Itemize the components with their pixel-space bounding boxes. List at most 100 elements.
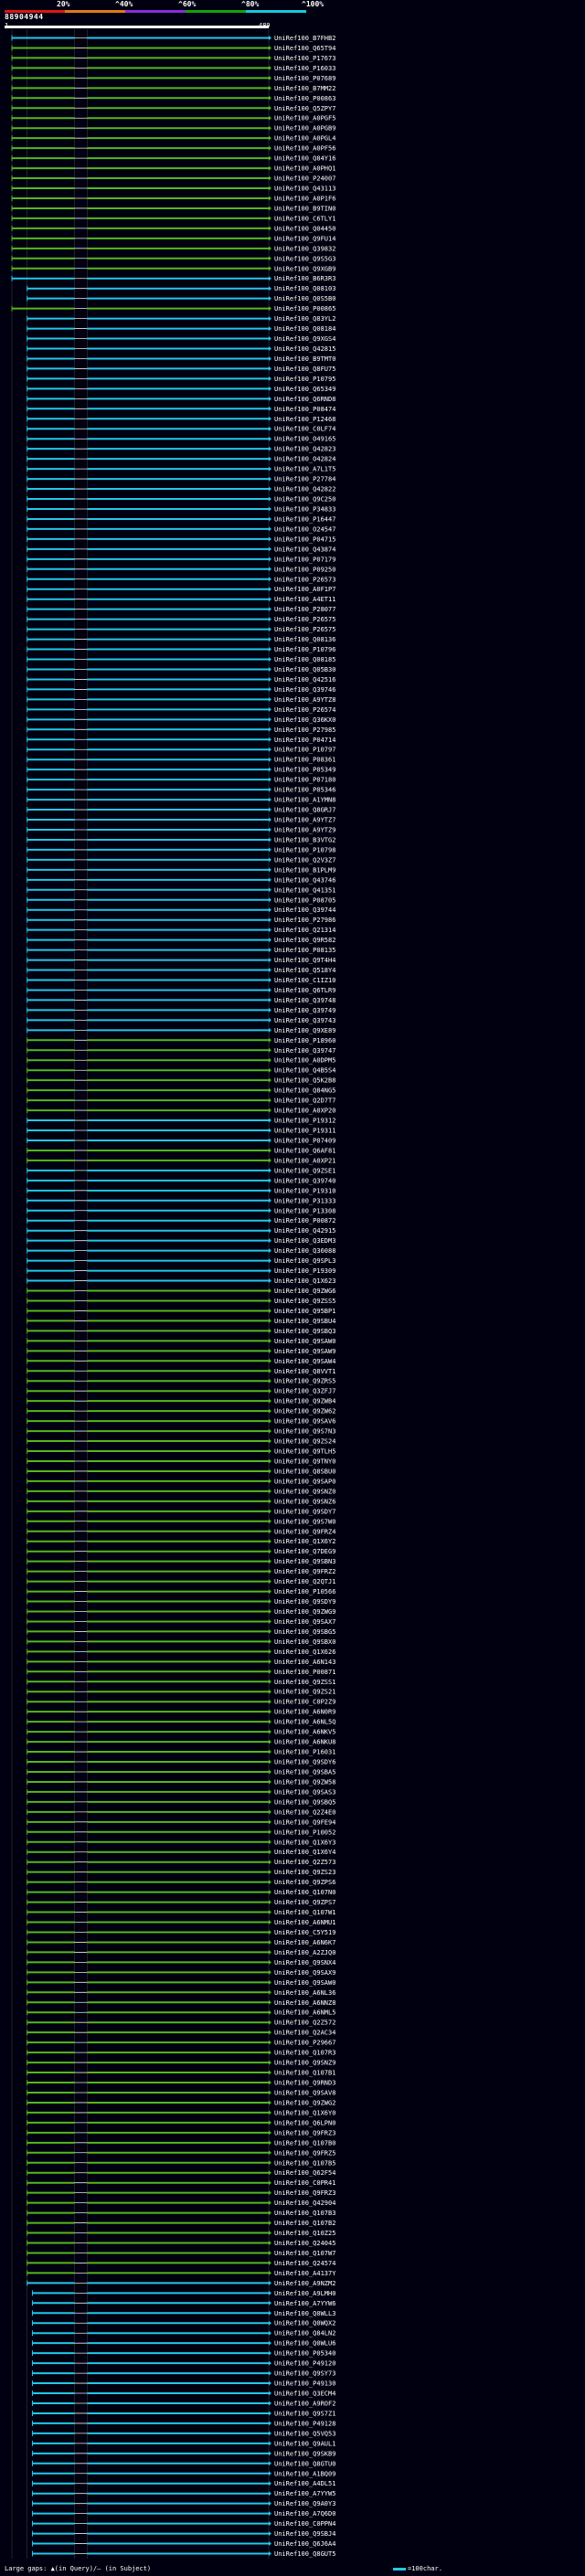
hit-arrow: [269, 2541, 271, 2547]
hit-label: UniRef100_Q9SAW0: [274, 1979, 335, 1987]
hit-arrow: [269, 1178, 271, 1183]
hit-arrow: [269, 1168, 271, 1173]
hit-arrow: [269, 1118, 271, 1123]
hit-arrow: [269, 807, 271, 812]
hit-arrow: [269, 486, 271, 492]
hit-label: UniRef100_Q42904: [274, 2200, 335, 2207]
hit-arrow: [269, 1418, 271, 1424]
hit-label: UniRef100_Q6TLR9: [274, 987, 335, 994]
hit-arrow: [269, 737, 271, 742]
hit-arrow: [269, 917, 271, 923]
hit-arrow: [269, 2009, 271, 2015]
hit-label: UniRef100_Q42815: [274, 345, 335, 353]
hit-arrow: [269, 536, 271, 542]
hit-arrow: [269, 1448, 271, 1454]
hit-label: UniRef100_P07689: [274, 75, 335, 82]
hit-arrow: [269, 2190, 271, 2196]
hit-label: UniRef100_Q65349: [274, 386, 335, 393]
hit-label: UniRef100_P04715: [274, 535, 335, 543]
hit-label: UniRef100_Q6J6A4: [274, 2540, 335, 2548]
hit-arrow: [269, 948, 271, 953]
hit-label: UniRef100_A6NMU1: [274, 1919, 335, 1926]
hit-label: UniRef100_Q107B1: [274, 2070, 335, 2077]
hit-label: UniRef100_Q9A0Y3: [274, 2500, 335, 2507]
hit-label: UniRef100_A0PHQ1: [274, 165, 335, 173]
hit-label: UniRef100_P07179: [274, 556, 335, 563]
hit-label: UniRef100_Q9TNY0: [274, 1458, 335, 1465]
hit-label: UniRef100_Q5VQ53: [274, 2430, 335, 2437]
hit-label: UniRef100_Q2Z572: [274, 2019, 335, 2027]
hit-arrow: [269, 2120, 271, 2125]
hit-arrow: [269, 827, 271, 832]
hit-label: UniRef100_P00865: [274, 305, 335, 313]
hit-label: UniRef100_Q8FU75: [274, 366, 335, 373]
hit-arrow: [269, 2060, 271, 2065]
hit-label: UniRef100_Q24045: [274, 2240, 335, 2247]
hit-arrow: [269, 1108, 271, 1113]
hit-arrow: [269, 496, 271, 502]
hit-arrow: [269, 2070, 271, 2075]
hit-label: UniRef100_Q39748: [274, 997, 335, 1004]
hit-arrow: [269, 557, 271, 562]
hit-label: UniRef100_Q42822: [274, 486, 335, 493]
hit-label: UniRef100_P08705: [274, 896, 335, 904]
hit-arrow: [269, 2280, 271, 2285]
hit-label: UniRef100_P07409: [274, 1137, 335, 1144]
hit-label: UniRef100_Q9XE89: [274, 1027, 335, 1034]
hit-label: UniRef100_Q10Z25: [274, 2230, 335, 2237]
hit-label: UniRef100_B1PLM9: [274, 866, 335, 874]
hit-label: UniRef100_Q9SBA5: [274, 1768, 335, 1776]
hit-label: UniRef100_P49128: [274, 2420, 335, 2427]
hit-arrow: [269, 2200, 271, 2206]
hit-arrow: [269, 1128, 271, 1133]
hit-label: UniRef100_Q9ZRS5: [274, 1378, 335, 1385]
hit-arrow: [269, 226, 271, 231]
hit-arrow: [269, 2551, 271, 2557]
hit-arrow: [269, 1479, 271, 1484]
hit-label: UniRef100_Q39740: [274, 1177, 335, 1184]
hit-label: UniRef100_A6NKU8: [274, 1739, 335, 1746]
hit-label: UniRef100_P19310: [274, 1187, 335, 1194]
hit-arrow: [269, 1398, 271, 1404]
hit-label: UniRef100_P28077: [274, 606, 335, 613]
hit-label: UniRef100_C5Y519: [274, 1929, 335, 1936]
hit-arrow: [269, 1890, 271, 1895]
hit-label: UniRef100_Q9SY73: [274, 2370, 335, 2378]
hit-arrow: [269, 1910, 271, 1915]
hit-label: UniRef100_P26573: [274, 576, 335, 583]
hit-label: UniRef100_Q39746: [274, 686, 335, 694]
hit-arrow: [269, 1799, 271, 1805]
hit-arrow: [269, 676, 271, 682]
hit-label: UniRef100_Q9FRZ3: [274, 2129, 335, 2136]
hit-label: UniRef100_A2ZJQ0: [274, 1949, 335, 1956]
hit-label: UniRef100_A6NNZ8: [274, 1999, 335, 2007]
hit-label: UniRef100_P18960: [274, 1037, 335, 1044]
hit-label: UniRef100_Q9ZWG2: [274, 2099, 335, 2106]
hit-arrow: [269, 416, 271, 421]
hit-arrow: [269, 1408, 271, 1414]
hit-label: UniRef100_P16447: [274, 515, 335, 523]
hit-label: UniRef100_Q9FU14: [274, 235, 335, 242]
hit-arrow: [269, 145, 271, 151]
hit-arrow: [269, 456, 271, 461]
hit-arrow: [269, 1920, 271, 1925]
hit-label: UniRef100_Q9ZSS1: [274, 1679, 335, 1686]
hit-label: UniRef100_Q9SBU4: [274, 1318, 335, 1325]
hit-arrow: [269, 2380, 271, 2386]
hit-label: UniRef100_Q9SNZ9: [274, 2060, 335, 2067]
hit-arrow: [269, 1097, 271, 1103]
hit-label: UniRef100_Q42823: [274, 446, 335, 453]
hit-label: UniRef100_C1IZ10: [274, 977, 335, 984]
legend-large-gaps: Large gaps: ▲(in Query)/— (in Subject): [5, 2565, 152, 2572]
hit-label: UniRef100_P19312: [274, 1118, 335, 1125]
hit-label: UniRef100_Q9SBJ4: [274, 2530, 335, 2538]
hit-arrow: [269, 787, 271, 792]
hit-arrow: [269, 196, 271, 201]
hit-arrow: [269, 887, 271, 893]
hit-label: UniRef100_A9YTZ7: [274, 817, 335, 824]
hit-arrow: [269, 1829, 271, 1835]
hit-label: UniRef100_P29667: [274, 2040, 335, 2047]
hit-arrow: [269, 817, 271, 822]
hit-arrow: [269, 55, 271, 60]
hit-arrow: [269, 1087, 271, 1093]
